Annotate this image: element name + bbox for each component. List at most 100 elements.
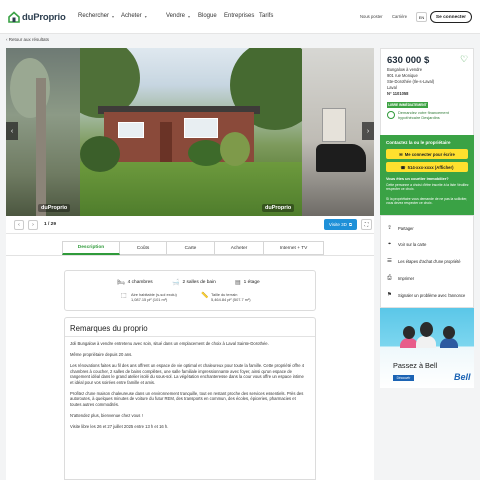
address-line-1: 901 rue Monique — [387, 73, 418, 78]
login-button[interactable]: Se connecter — [430, 11, 472, 23]
listing-tabs: Description Coûts Carte Acheter Internet… — [62, 241, 324, 255]
fullscreen-button[interactable]: ⛶ — [361, 219, 372, 230]
photo-counter: 1 / 29 — [44, 222, 57, 227]
shrub-shape — [80, 136, 120, 172]
remarks-paragraph: Les rénovations faites au fil des ans of… — [70, 362, 305, 385]
language-toggle[interactable]: EN — [416, 12, 427, 22]
house-door — [160, 122, 172, 162]
tab-description[interactable]: Description — [62, 241, 120, 255]
financing-link[interactable]: Demandez votre financement hypothécaire … — [387, 110, 471, 124]
tab-internet-tv[interactable]: Internet + TV — [264, 241, 324, 255]
tab-acheter[interactable]: Acheter — [215, 241, 264, 255]
chevron-down-icon: ▾ — [188, 13, 191, 19]
fact-sub-value: 5,464.84 pi² (507.7 m²) — [211, 297, 251, 302]
nav-label: Rechercher — [78, 13, 110, 19]
list-icon: ☰ — [387, 258, 392, 264]
site-logo[interactable]: duProprio — [8, 10, 66, 24]
share-action[interactable]: ⇪ Partager — [386, 225, 414, 231]
tab-carte[interactable]: Carte — [167, 241, 215, 255]
ruler-icon: 📏 — [201, 293, 209, 299]
action-label: Voir sur la carte — [398, 242, 427, 247]
fact-label: 4 chambres — [127, 280, 153, 285]
fact-label: 2 salles de bain — [182, 280, 216, 285]
wall-frame — [322, 108, 346, 142]
owner-remarks: Remarques du proprio Joli Bungalow à ven… — [64, 317, 316, 480]
ad-person-head — [403, 326, 415, 339]
bath-icon: 🛁 — [172, 280, 180, 286]
nav-label: Tarifs — [259, 13, 274, 19]
financing-text: Demandez votre financement hypothécaire … — [398, 110, 449, 120]
ad-person-body — [416, 336, 436, 348]
house-window — [184, 118, 218, 138]
nav-vendre[interactable]: Vendre ▾ — [166, 13, 190, 19]
nav-tarifs[interactable]: Tarifs — [259, 13, 273, 19]
bell-logo: Bell — [454, 372, 471, 382]
availability-badge: LIBRE IMMÉDIATEMENT — [387, 102, 428, 108]
fact-label: 1 étage — [243, 280, 260, 285]
pager-next-button[interactable]: › — [28, 220, 38, 230]
desjardins-icon — [387, 111, 395, 119]
expand-icon: ⛶ — [364, 221, 369, 228]
chevron-down-icon: ▾ — [112, 13, 115, 19]
favorite-heart-icon[interactable]: ♡ — [460, 54, 468, 65]
gallery-prev-arrow[interactable]: ‹ — [6, 122, 18, 140]
bell-advertisement[interactable]: Passez à Bell Découvrir Bell — [380, 308, 474, 388]
house-window — [118, 122, 144, 138]
nav-entreprises[interactable]: Entreprises — [224, 13, 254, 19]
login-to-write-button[interactable]: ✉ Me connecter pour écrire — [386, 149, 468, 159]
photo-main[interactable]: duProprio — [80, 48, 302, 216]
visit-3d-button[interactable]: Visite 3D ⧉ — [324, 219, 357, 230]
contact-title: Contactez la ou le propriétaire — [386, 140, 451, 145]
gallery-next-arrow[interactable]: › — [362, 122, 374, 140]
view-map-action[interactable]: ⌖ Voir sur la carte — [386, 241, 427, 248]
nav-rechercher[interactable]: Rechercher ▾ — [78, 13, 114, 19]
pager-prev-button[interactable]: ‹ — [14, 220, 24, 230]
nav-label: Acheter — [121, 13, 142, 19]
remarks-paragraph: Visite libre les 26 et 27 juillet 2025 e… — [70, 423, 169, 429]
nav-blogue[interactable]: Blogue — [198, 13, 217, 19]
flag-icon: ⚑ — [387, 292, 392, 298]
photo-gallery[interactable]: duProprio duProprio ‹ › — [6, 48, 374, 216]
remarks-paragraph: Profitez d'une maison chaleureuse dans u… — [70, 390, 304, 407]
phone-btn-label: 514-xxx-xxxx (Afficher) — [407, 164, 454, 170]
gallery-pager: ‹ › 1 / 29 Visite 3D ⧉ ⛶ — [6, 216, 374, 234]
print-action[interactable]: ⎙ Imprimer — [386, 275, 414, 282]
buying-steps-action[interactable]: ☰ Les étapes d'achat d'une propriété — [386, 258, 461, 264]
report-problem-action[interactable]: ⚑ Signaler un problème avec l'annonce — [386, 292, 465, 298]
property-facts: 🛏 4 chambres 🛁 2 salles de bain ▤ 1 étage A… — [64, 270, 316, 311]
area-icon: ⬚ — [121, 293, 127, 299]
nav-acheter[interactable]: Acheter ▾ — [121, 13, 147, 19]
share-icon: ⇪ — [387, 225, 392, 231]
tab-divider — [6, 255, 374, 256]
floors-icon: ▤ — [235, 280, 241, 286]
remarks-paragraph: Joli Bungalow à vendre entretenu avec so… — [70, 341, 269, 346]
util-link-carriere[interactable]: Carrière — [392, 14, 407, 19]
fact-bathrooms: 🛁 2 salles de bain — [172, 279, 216, 286]
remarks-paragraph: Même propriétaire depuis 20 ans. — [70, 351, 133, 357]
ad-person-head — [443, 326, 455, 339]
photo-watermark: duProprio — [262, 204, 295, 212]
show-phone-button[interactable]: ☎ 514-xxx-xxxx (Afficher) — [386, 162, 468, 172]
visit-3d-label: Visite 3D — [328, 222, 347, 227]
nav-label: Blogue — [198, 13, 217, 19]
ad-cta-button[interactable]: Découvrir — [393, 375, 414, 381]
shrub-shape — [220, 132, 250, 166]
photo-watermark: duProprio — [38, 204, 71, 212]
tree-trunk — [36, 78, 46, 216]
broker-notice-2: Si la propriétaire vous demande de ne pa… — [386, 197, 468, 206]
listing-price: 630 000 $ — [387, 55, 430, 66]
address-line-2: Ste-Dorothée (Ile-s-Laval) — [387, 79, 435, 84]
tab-couts[interactable]: Coûts — [120, 241, 167, 255]
chevron-left-icon: ‹ — [18, 222, 20, 228]
chevron-down-icon: ▾ — [144, 13, 147, 19]
util-link-nous-poster[interactable]: Nous poster — [360, 14, 383, 19]
bed-icon: 🛏 — [117, 280, 125, 286]
back-to-results-link[interactable]: ‹ Retour aux résultats — [6, 37, 49, 42]
chevron-right-icon: › — [32, 222, 34, 228]
print-icon: ⎙ — [387, 275, 392, 281]
fact-sub-value: 1,087.15 pi² (101 m²) — [131, 297, 168, 302]
action-label: Les étapes d'achat d'une propriété — [398, 258, 461, 264]
house-logo-icon — [8, 11, 20, 23]
piano-shape — [316, 144, 366, 172]
broker-question: Vous êtes un courtier immobilier? — [386, 176, 449, 181]
